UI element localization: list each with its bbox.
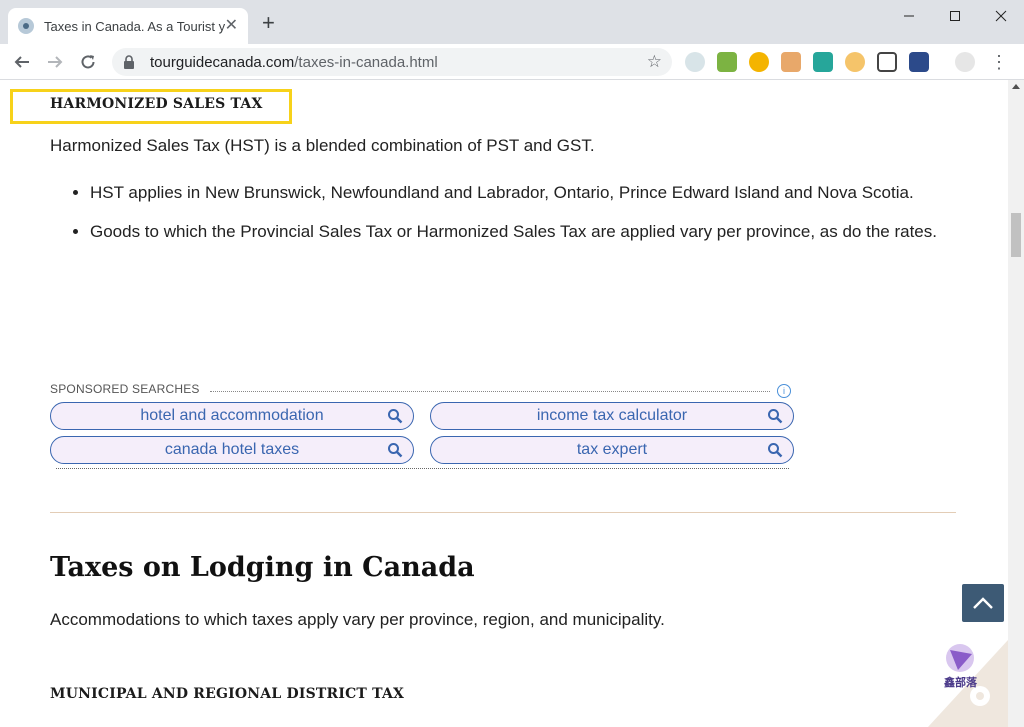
- chevron-up-icon: [973, 597, 993, 609]
- search-icon: [768, 443, 783, 458]
- extension-icon-4[interactable]: [781, 52, 801, 72]
- browser-toolbar: tourguidecanada.com/taxes-in-canada.html…: [0, 44, 1024, 80]
- sponsored-bottom-divider: [56, 468, 789, 469]
- sponsored-label: SPONSORED SEARCHES: [50, 382, 200, 396]
- scrollbar-thumb[interactable]: [1011, 213, 1021, 257]
- lodging-intro: Accommodations to which taxes apply vary…: [50, 610, 665, 629]
- lodging-heading: Taxes on Lodging in Canada: [50, 552, 475, 583]
- hst-bullet-list: HST applies in New Brunswick, Newfoundla…: [50, 178, 960, 256]
- vertical-scrollbar[interactable]: [1008, 80, 1024, 727]
- search-icon: [388, 409, 403, 424]
- sponsored-search-button[interactable]: income tax calculator: [430, 402, 794, 430]
- extension-icon-6[interactable]: [845, 52, 865, 72]
- back-arrow-icon[interactable]: [10, 50, 34, 74]
- extension-icon-3[interactable]: [749, 52, 769, 72]
- sponsored-search-button[interactable]: canada hotel taxes: [50, 436, 414, 464]
- address-bar[interactable]: tourguidecanada.com/taxes-in-canada.html…: [112, 48, 672, 76]
- close-window-icon[interactable]: [978, 0, 1024, 32]
- search-icon: [768, 409, 783, 424]
- info-icon[interactable]: i: [777, 384, 791, 398]
- municipal-heading: MUNICIPAL AND REGIONAL DISTRICT TAX: [50, 686, 405, 702]
- sponsored-divider: [210, 391, 770, 392]
- watermark-text: 鑫部落: [944, 676, 977, 689]
- url-text: tourguidecanada.com/taxes-in-canada.html: [150, 54, 438, 71]
- url-domain: tourguidecanada.com: [150, 53, 295, 71]
- tab-title: Taxes in Canada. As a Tourist y: [44, 18, 225, 34]
- search-icon: [388, 443, 403, 458]
- extension-icon-1[interactable]: [685, 52, 705, 72]
- sponsored-search-label: canada hotel taxes: [164, 441, 300, 458]
- bookmark-star-icon[interactable]: ☆: [647, 52, 662, 72]
- maximize-icon[interactable]: [932, 0, 978, 32]
- site-favicon-icon: [18, 18, 34, 34]
- sponsored-search-label: income tax calculator: [536, 407, 688, 424]
- sponsored-search-label: hotel and accommodation: [140, 407, 324, 424]
- page-viewport: HARMONIZED SALES TAX Harmonized Sales Ta…: [0, 80, 1008, 727]
- sponsored-search-label: tax expert: [576, 441, 648, 458]
- sponsored-search-button[interactable]: tax expert: [430, 436, 794, 464]
- hst-heading: HARMONIZED SALES TAX: [50, 96, 263, 112]
- list-item: Goods to which the Provincial Sales Tax …: [90, 217, 960, 246]
- hst-intro: Harmonized Sales Tax (HST) is a blended …: [50, 136, 595, 155]
- window-controls: [886, 0, 1024, 32]
- lock-icon: [122, 54, 136, 70]
- screenshot-extension-icon[interactable]: [877, 52, 897, 72]
- watermark-logo: 鑫部落: [928, 640, 1008, 727]
- minimize-icon[interactable]: [886, 0, 932, 32]
- extension-icon-5[interactable]: [813, 52, 833, 72]
- menu-kebab-icon[interactable]: ⋮: [989, 52, 1009, 72]
- close-tab-icon[interactable]: ✕: [225, 18, 238, 34]
- tab-strip: Taxes in Canada. As a Tourist y ✕ +: [0, 0, 1024, 44]
- profile-avatar[interactable]: [955, 52, 975, 72]
- list-item: HST applies in New Brunswick, Newfoundla…: [90, 178, 960, 207]
- section-divider: [50, 512, 956, 513]
- extension-icon-2[interactable]: [717, 52, 737, 72]
- url-path: /taxes-in-canada.html: [294, 53, 438, 71]
- browser-tab[interactable]: Taxes in Canada. As a Tourist y ✕: [8, 8, 248, 44]
- new-tab-plus-icon[interactable]: +: [262, 12, 275, 34]
- scroll-up-arrow-icon[interactable]: [1012, 84, 1020, 89]
- search-extension-icon[interactable]: [909, 52, 929, 72]
- reload-icon[interactable]: [76, 50, 100, 74]
- sponsored-search-button[interactable]: hotel and accommodation: [50, 402, 414, 430]
- back-to-top-button[interactable]: [962, 584, 1004, 622]
- forward-arrow-icon[interactable]: [43, 50, 67, 74]
- sponsored-searches: SPONSORED SEARCHES i hotel and accommoda…: [50, 382, 795, 469]
